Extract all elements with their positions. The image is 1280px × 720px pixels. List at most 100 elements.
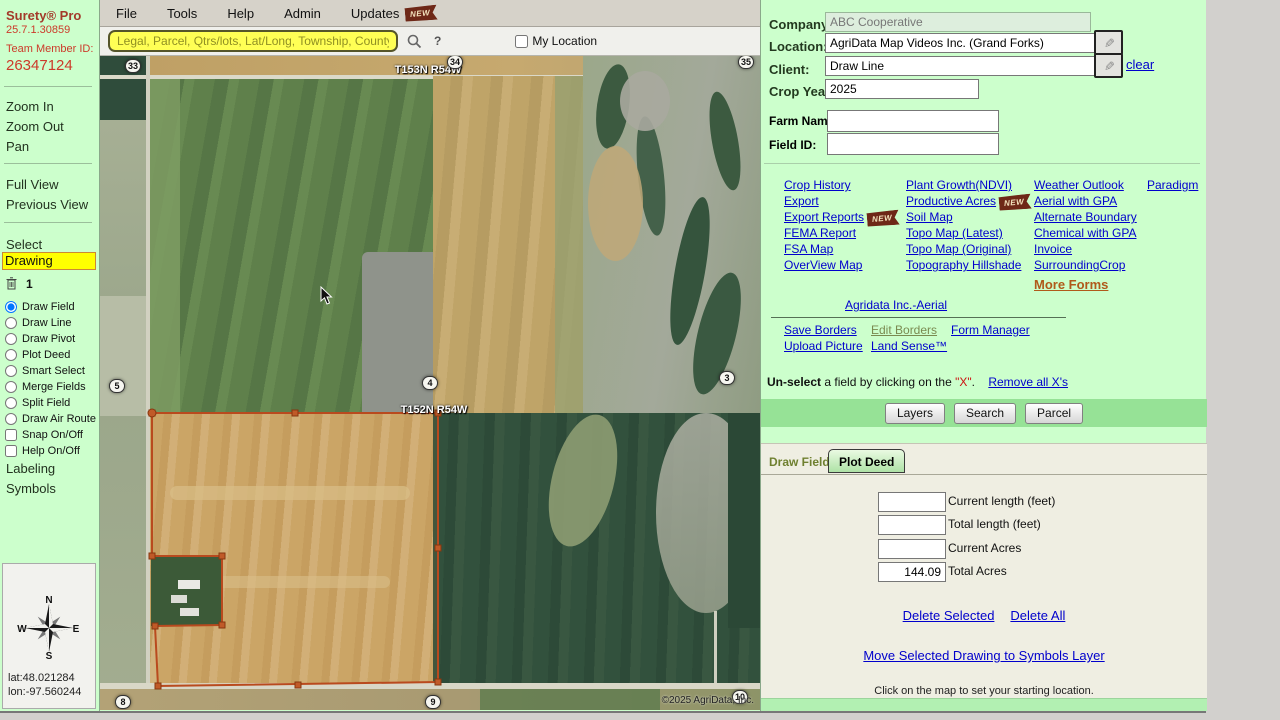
check-help-input[interactable] bbox=[5, 445, 17, 457]
layers-button[interactable]: Layers bbox=[885, 403, 945, 424]
link-fsa-map[interactable]: FSA Map bbox=[784, 242, 833, 256]
total-acres-field[interactable] bbox=[878, 562, 946, 582]
company-field bbox=[825, 12, 1091, 32]
link-weather-outlook[interactable]: Weather Outlook bbox=[1034, 178, 1124, 192]
field-id-field[interactable] bbox=[827, 133, 999, 155]
radio-merge-fields[interactable]: Merge Fields bbox=[5, 380, 86, 394]
link-plant-growth-ndvi[interactable]: Plant Growth(NDVI) bbox=[906, 178, 1012, 192]
link-topo-map-latest[interactable]: Topo Map (Latest) bbox=[906, 226, 1003, 240]
zoom-out-tool[interactable]: Zoom Out bbox=[6, 119, 64, 134]
svg-text:E: E bbox=[73, 624, 80, 635]
zoom-in-tool[interactable]: Zoom In bbox=[6, 99, 54, 114]
radio-draw-air-route[interactable]: Draw Air Route bbox=[5, 412, 96, 426]
link-topography-hillshade[interactable]: Topography Hillshade bbox=[906, 258, 1021, 272]
link-invoice[interactable]: Invoice bbox=[1034, 242, 1072, 256]
radio-draw-line-input[interactable] bbox=[5, 317, 17, 329]
tab-draw-field[interactable]: Draw Field bbox=[769, 455, 830, 469]
upload-picture-link[interactable]: Upload Picture bbox=[784, 339, 863, 353]
radio-draw-pivot[interactable]: Draw Pivot bbox=[5, 332, 75, 346]
link-productive-acres[interactable]: Productive Acres bbox=[906, 194, 996, 208]
drawing-tool-active[interactable]: Drawing bbox=[2, 252, 96, 270]
labeling-tool[interactable]: Labeling bbox=[6, 461, 55, 476]
delete-selected-link[interactable]: Delete Selected bbox=[903, 608, 995, 623]
current-length-field[interactable] bbox=[878, 492, 946, 512]
radio-plot-deed-input[interactable] bbox=[5, 349, 17, 361]
panel-button-band: Layers Search Parcel bbox=[761, 399, 1207, 427]
productive-acres-new-badge: NEW bbox=[999, 194, 1032, 212]
radio-merge-fields-input[interactable] bbox=[5, 381, 17, 393]
link-alternate-boundary[interactable]: Alternate Boundary bbox=[1034, 210, 1137, 224]
client-edit-button[interactable] bbox=[1094, 53, 1123, 78]
section-marker-8: 8 bbox=[115, 695, 131, 709]
radio-split-field[interactable]: Split Field bbox=[5, 396, 70, 410]
link-aerial-with-gpa[interactable]: Aerial with GPA bbox=[1034, 194, 1117, 208]
red-x-text: "X" bbox=[955, 375, 972, 389]
radio-draw-line[interactable]: Draw Line bbox=[5, 316, 72, 330]
trash-icon[interactable] bbox=[6, 277, 17, 295]
farm-name-field[interactable] bbox=[827, 110, 999, 132]
map-hint-text: Click on the map to set your starting lo… bbox=[761, 685, 1207, 697]
menu-admin[interactable]: Admin bbox=[284, 6, 321, 21]
link-export[interactable]: Export bbox=[784, 194, 819, 208]
parcel-button[interactable]: Parcel bbox=[1025, 403, 1083, 424]
tab-strip: Draw Field Plot Deed bbox=[761, 444, 1207, 475]
svg-text:N: N bbox=[45, 595, 52, 606]
agridata-aerial-link[interactable]: Agridata Inc.-Aerial bbox=[845, 298, 947, 312]
client-field[interactable] bbox=[825, 56, 1095, 76]
previous-view-tool[interactable]: Previous View bbox=[6, 197, 88, 212]
updates-new-badge: NEW bbox=[405, 4, 438, 22]
radio-smart-select[interactable]: Smart Select bbox=[5, 364, 85, 378]
menu-help[interactable]: Help bbox=[227, 6, 254, 21]
check-help[interactable]: Help On/Off bbox=[5, 444, 80, 458]
check-snap-input[interactable] bbox=[5, 429, 17, 441]
land-sense-link[interactable]: Land Sense™ bbox=[871, 339, 947, 353]
edit-borders-link[interactable]: Edit Borders bbox=[871, 323, 937, 337]
search-icon[interactable] bbox=[406, 33, 422, 49]
link-fema-report[interactable]: FEMA Report bbox=[784, 226, 856, 240]
link-topo-map-original[interactable]: Topo Map (Original) bbox=[906, 242, 1011, 256]
location-field[interactable] bbox=[825, 33, 1095, 53]
my-location-checkbox[interactable] bbox=[515, 35, 528, 48]
menu-updates[interactable]: Updates bbox=[351, 6, 399, 21]
help-icon[interactable]: ? bbox=[434, 34, 441, 48]
total-length-field[interactable] bbox=[878, 515, 946, 535]
search-button[interactable]: Search bbox=[954, 403, 1016, 424]
map-viewport[interactable]: T153N R54W T152N R54W 33 34 35 5 4 3 8 9… bbox=[100, 56, 760, 710]
radio-draw-pivot-input[interactable] bbox=[5, 333, 17, 345]
full-view-tool[interactable]: Full View bbox=[6, 177, 59, 192]
radio-draw-air-route-input[interactable] bbox=[5, 413, 17, 425]
link-export-reports[interactable]: Export Reports bbox=[784, 210, 864, 224]
link-chemical-with-gpa[interactable]: Chemical with GPA bbox=[1034, 226, 1136, 240]
radio-smart-select-input[interactable] bbox=[5, 365, 17, 377]
link-soil-map[interactable]: Soil Map bbox=[906, 210, 953, 224]
move-to-symbols-layer-link[interactable]: Move Selected Drawing to Symbols Layer bbox=[863, 648, 1104, 663]
link-overview-map[interactable]: OverView Map bbox=[784, 258, 862, 272]
more-forms-link[interactable]: More Forms bbox=[1034, 277, 1108, 292]
form-manager-link[interactable]: Form Manager bbox=[951, 323, 1030, 337]
location-edit-button[interactable] bbox=[1094, 30, 1123, 55]
remove-all-xs-link[interactable]: Remove all X's bbox=[988, 375, 1068, 389]
link-paradigm[interactable]: Paradigm bbox=[1147, 178, 1198, 192]
current-acres-field[interactable] bbox=[878, 539, 946, 559]
symbols-tool[interactable]: Symbols bbox=[6, 481, 56, 496]
shape-count: 1 bbox=[26, 277, 33, 291]
radio-draw-field[interactable]: Draw Field bbox=[5, 300, 75, 314]
radio-draw-field-input[interactable] bbox=[5, 301, 17, 313]
client-clear-link[interactable]: clear bbox=[1126, 57, 1154, 72]
pan-tool[interactable]: Pan bbox=[6, 139, 29, 154]
crop-year-field[interactable] bbox=[825, 79, 979, 99]
delete-all-link[interactable]: Delete All bbox=[1010, 608, 1065, 623]
select-tool[interactable]: Select bbox=[6, 237, 42, 252]
radio-split-field-input[interactable] bbox=[5, 397, 17, 409]
my-location-toggle[interactable]: My Location bbox=[511, 32, 597, 51]
menu-file[interactable]: File bbox=[116, 6, 137, 21]
section-marker-4: 4 bbox=[422, 376, 438, 390]
map-search-input[interactable] bbox=[108, 30, 398, 52]
check-snap[interactable]: Snap On/Off bbox=[5, 428, 83, 442]
tab-plot-deed[interactable]: Plot Deed bbox=[828, 449, 905, 473]
save-borders-link[interactable]: Save Borders bbox=[784, 323, 857, 337]
menu-tools[interactable]: Tools bbox=[167, 6, 197, 21]
link-crop-history[interactable]: Crop History bbox=[784, 178, 851, 192]
link-surroundingcrop[interactable]: SurroundingCrop bbox=[1034, 258, 1125, 272]
radio-plot-deed[interactable]: Plot Deed bbox=[5, 348, 70, 362]
